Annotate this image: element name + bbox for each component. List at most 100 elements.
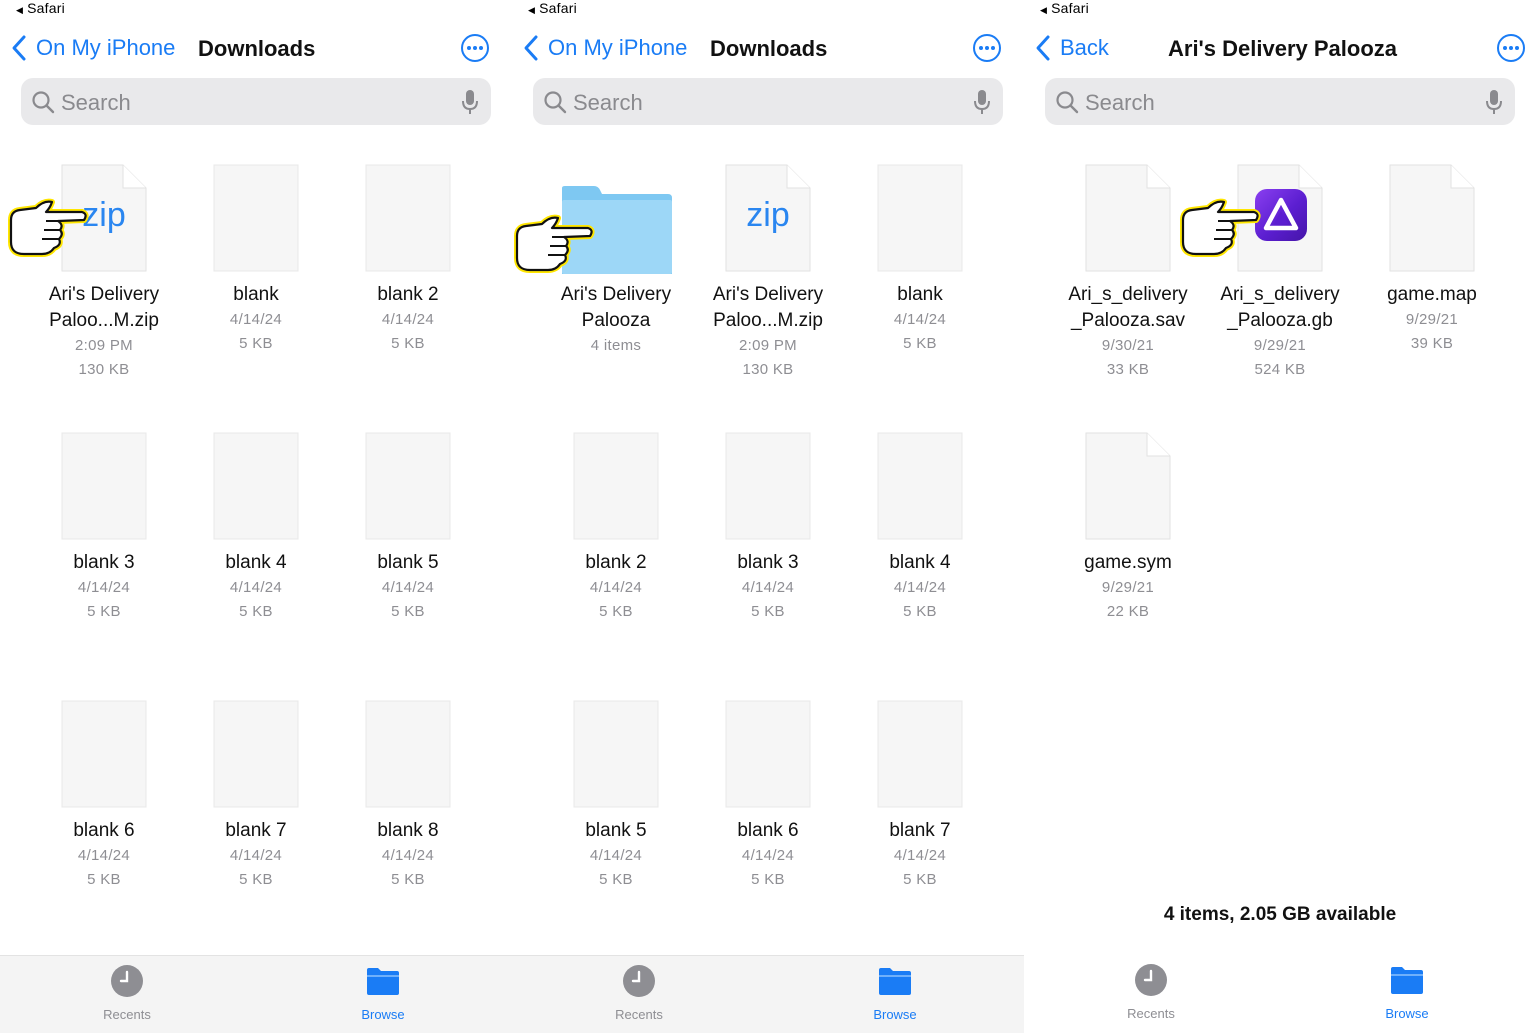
tab-browse[interactable]: Browse	[323, 964, 443, 1022]
search-field[interactable]: Search	[21, 78, 491, 125]
files-screen-folder: ◀ Safari Back Ari's Delivery Palooza Sear…	[1024, 0, 1536, 1033]
search-placeholder: Search	[61, 90, 131, 115]
file-thumbnail	[1052, 430, 1204, 542]
file-name: blank 3	[73, 552, 135, 573]
back-button[interactable]: On My iPhone	[522, 32, 687, 64]
file-item[interactable]: blank 7 4/14/24 5 KB	[844, 698, 996, 892]
back-triangle-icon: ◀	[1040, 5, 1048, 15]
file-name: blank 5	[585, 820, 647, 841]
back-label: On My iPhone	[36, 35, 176, 60]
more-options-icon[interactable]	[460, 33, 490, 63]
file-thumbnail	[28, 430, 180, 542]
folder-name: Ari's Delivery Palooza	[560, 284, 672, 331]
tab-label: Recents	[615, 1007, 663, 1022]
file-item-zip[interactable]: zip Ari's Delivery Paloo...M.zip 2:09 PM …	[28, 162, 180, 382]
file-thumbnail	[180, 698, 332, 810]
file-thumbnail	[332, 162, 484, 274]
file-thumbnail	[692, 430, 844, 542]
search-field[interactable]: Search	[533, 78, 1003, 125]
microphone-icon[interactable]	[1485, 89, 1503, 115]
file-item[interactable]: blank 5 4/14/24 5 KB	[540, 698, 692, 892]
file-date: 4/14/24	[893, 579, 947, 596]
file-item-zip[interactable]: zip Ari's Delivery Paloo...M.zip 2:09 PM …	[692, 162, 844, 382]
status-back-to-app[interactable]: ◀ Safari	[528, 0, 577, 16]
document-icon	[1389, 164, 1475, 272]
document-icon	[213, 164, 299, 272]
tab-browse[interactable]: Browse	[1347, 963, 1467, 1021]
document-icon	[365, 164, 451, 272]
file-name: blank 3	[737, 552, 799, 573]
file-item[interactable]: blank 4/14/24 5 KB	[180, 162, 332, 356]
file-date: 2:09 PM	[75, 337, 133, 354]
tab-label: Browse	[1385, 1006, 1429, 1021]
file-item[interactable]: blank 6 4/14/24 5 KB	[692, 698, 844, 892]
file-item[interactable]: blank 2 4/14/24 5 KB	[332, 162, 484, 356]
file-date: 4/14/24	[893, 311, 947, 328]
status-back-to-app[interactable]: ◀ Safari	[1040, 0, 1089, 16]
pointing-hand-icon	[514, 214, 595, 273]
file-item-sym[interactable]: game.sym 9/29/21 22 KB	[1052, 430, 1204, 624]
file-item[interactable]: blank 4 4/14/24 5 KB	[844, 430, 996, 624]
file-item-gb[interactable]: Ari_s_delivery _Palooza.gb 9/29/21 524 KB	[1204, 162, 1356, 382]
document-icon	[725, 700, 811, 808]
status-back-to-app[interactable]: ◀ Safari	[16, 0, 65, 16]
chevron-left-icon	[1036, 35, 1050, 61]
storage-info: 4 items, 2.05 GB available	[1163, 904, 1397, 925]
file-size: 5 KB	[239, 335, 273, 352]
file-item-map[interactable]: game.map 9/29/21 39 KB	[1356, 162, 1508, 356]
tab-browse[interactable]: Browse	[835, 964, 955, 1022]
tab-label: Browse	[361, 1007, 405, 1022]
file-size: 5 KB	[391, 603, 425, 620]
more-options-icon[interactable]	[1496, 33, 1526, 63]
files-screen-downloads: ◀ Safari On My iPhone Downloads Search zi…	[0, 0, 512, 1033]
file-size: 5 KB	[239, 871, 273, 888]
pointing-hand-icon	[8, 198, 89, 257]
file-size: 5 KB	[391, 335, 425, 352]
more-options-icon[interactable]	[972, 33, 1002, 63]
file-size: 39 KB	[1410, 335, 1454, 352]
file-size: 22 KB	[1106, 603, 1150, 620]
back-triangle-icon: ◀	[528, 5, 536, 15]
tab-recents[interactable]: Recents	[579, 964, 699, 1022]
file-size: 524 KB	[1254, 361, 1306, 378]
file-item[interactable]: blank 2 4/14/24 5 KB	[540, 430, 692, 624]
file-size: 5 KB	[903, 871, 937, 888]
file-item[interactable]: blank 6 4/14/24 5 KB	[28, 698, 180, 892]
file-size: 5 KB	[87, 871, 121, 888]
file-date: 4/14/24	[589, 847, 643, 864]
back-button[interactable]: On My iPhone	[10, 32, 175, 64]
file-name: blank 4	[889, 552, 951, 573]
file-name: blank 4	[225, 552, 287, 573]
file-date: 4/14/24	[381, 579, 435, 596]
file-item[interactable]: blank 4/14/24 5 KB	[844, 162, 996, 356]
file-name: game.sym	[1084, 552, 1172, 573]
file-item-sav[interactable]: Ari_s_delivery _Palooza.sav 9/30/21 33 KB	[1052, 162, 1204, 382]
microphone-icon[interactable]	[461, 89, 479, 115]
file-item[interactable]: blank 8 4/14/24 5 KB	[332, 698, 484, 892]
search-field[interactable]: Search	[1045, 78, 1515, 125]
tab-label: Recents	[103, 1007, 151, 1022]
chevron-left-icon	[12, 35, 26, 61]
file-item[interactable]: blank 7 4/14/24 5 KB	[180, 698, 332, 892]
file-size: 5 KB	[391, 871, 425, 888]
tab-recents[interactable]: Recents	[67, 964, 187, 1022]
back-label: Back	[1060, 35, 1109, 60]
document-icon	[573, 432, 659, 540]
page-title: Ari's Delivery Palooza	[1168, 36, 1398, 61]
tab-recents[interactable]: Recents	[1091, 963, 1211, 1021]
file-item[interactable]: blank 5 4/14/24 5 KB	[332, 430, 484, 624]
file-name: Ari_s_delivery _Palooza.sav	[1068, 284, 1188, 331]
file-item[interactable]: blank 3 4/14/24 5 KB	[692, 430, 844, 624]
folder-count: 4 items	[590, 337, 642, 354]
delta-emulator-app-icon	[1255, 189, 1307, 241]
tab-bar: Recents Browse	[512, 955, 1024, 1033]
file-name: blank 5	[377, 552, 439, 573]
file-item[interactable]: blank 3 4/14/24 5 KB	[28, 430, 180, 624]
file-size: 5 KB	[599, 871, 633, 888]
back-button[interactable]: Back	[1034, 32, 1109, 64]
file-date: 4/14/24	[741, 579, 795, 596]
file-thumbnail	[180, 430, 332, 542]
file-item[interactable]: blank 4 4/14/24 5 KB	[180, 430, 332, 624]
microphone-icon[interactable]	[973, 89, 991, 115]
file-thumbnail	[692, 698, 844, 810]
